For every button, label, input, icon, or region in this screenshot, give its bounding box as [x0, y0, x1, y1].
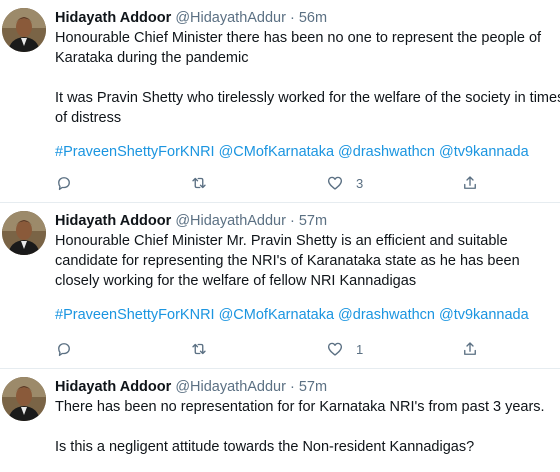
retweet-icon [192, 343, 206, 355]
mention-link[interactable]: @CMofKarnataka [219, 307, 334, 323]
tweet-text: There has been no representation for for… [55, 399, 545, 455]
author-name[interactable]: Hidayath Addoor [55, 10, 171, 26]
tweet-text: Honourable Chief Minister Mr. Pravin She… [55, 233, 524, 289]
tweet-body: Hidayath Addoor @HidayathAddur · 57m The… [55, 377, 560, 457]
avatar-image [2, 8, 46, 52]
tweet[interactable]: Hidayath Addoor @HidayathAddur · 56m Hon… [0, 0, 560, 203]
author-name[interactable]: Hidayath Addoor [55, 213, 171, 229]
separator-dot: · [289, 379, 295, 395]
hashtag-link[interactable]: #PraveenShettyForKNRI [55, 307, 215, 323]
reply-icon [58, 343, 70, 357]
like-icon [327, 342, 343, 356]
hashtag-link[interactable]: #PraveenShettyForKNRI [55, 144, 215, 160]
retweet-button[interactable] [190, 174, 220, 192]
avatar-image [2, 211, 46, 255]
like-icon [327, 176, 343, 190]
tweet-body: Hidayath Addoor @HidayathAddur · 56m Hon… [55, 8, 560, 162]
mention-link[interactable]: @drashwathcn [338, 144, 435, 160]
reply-button[interactable] [55, 340, 85, 358]
author-handle[interactable]: @HidayathAddur [175, 10, 286, 26]
avatar[interactable] [2, 377, 46, 421]
reply-button[interactable] [55, 174, 85, 192]
avatar[interactable] [2, 8, 46, 52]
mention-link[interactable]: @tv9kannada [439, 144, 529, 160]
tweet-actions: 3 [55, 174, 485, 194]
tweet-actions: 1 [55, 340, 485, 360]
like-count: 1 [356, 341, 364, 357]
tweet-header: Hidayath Addoor @HidayathAddur · 57m [55, 377, 560, 397]
mention-link[interactable]: @CMofKarnataka [219, 144, 334, 160]
author-handle[interactable]: @HidayathAddur [175, 379, 286, 395]
tweet-timestamp[interactable]: 57m [299, 213, 327, 229]
tweet-header: Hidayath Addoor @HidayathAddur · 56m [55, 8, 560, 28]
share-button[interactable] [461, 340, 479, 358]
share-icon [464, 342, 476, 355]
share-button[interactable] [461, 174, 479, 192]
tweet-timestamp[interactable]: 57m [299, 379, 327, 395]
avatar-image [2, 377, 46, 421]
like-count: 3 [356, 175, 364, 191]
mention-link[interactable]: @tv9kannada [439, 307, 529, 323]
separator-dot: · [289, 213, 295, 229]
tweet-text: Honourable Chief Minister there has been… [55, 30, 560, 126]
like-button[interactable]: 3 [326, 174, 363, 192]
tweet-feed: Hidayath Addoor @HidayathAddur · 56m Hon… [0, 0, 560, 472]
retweet-button[interactable] [190, 340, 220, 358]
tweet-header: Hidayath Addoor @HidayathAddur · 57m [55, 211, 560, 231]
avatar[interactable] [2, 211, 46, 255]
retweet-icon [192, 177, 206, 189]
like-button[interactable]: 1 [326, 340, 363, 358]
hashtag-line: #PraveenShettyForKNRI @CMofKarnataka @dras… [55, 142, 560, 162]
separator-dot: · [289, 10, 295, 26]
author-handle[interactable]: @HidayathAddur [175, 213, 286, 229]
tweet[interactable]: Hidayath Addoor @HidayathAddur · 57m Hon… [0, 203, 560, 369]
hashtag-line: #PraveenShettyForKNRI @CMofKarnataka @dras… [55, 305, 560, 325]
author-name[interactable]: Hidayath Addoor [55, 379, 171, 395]
mention-link[interactable]: @drashwathcn [338, 307, 435, 323]
reply-icon [58, 177, 70, 191]
tweet[interactable]: Hidayath Addoor @HidayathAddur · 57m The… [0, 369, 560, 472]
share-icon [464, 176, 476, 189]
tweet-timestamp[interactable]: 56m [299, 10, 327, 26]
tweet-body: Hidayath Addoor @HidayathAddur · 57m Hon… [55, 211, 560, 325]
